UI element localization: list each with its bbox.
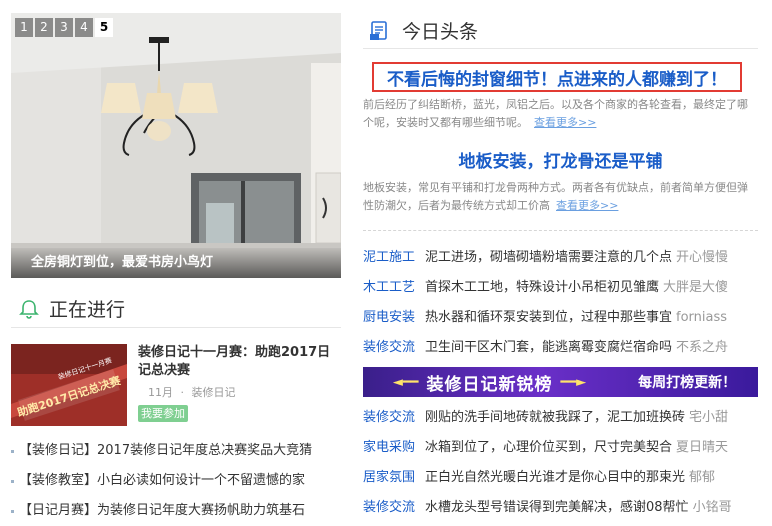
ongoing-section-header: 正在进行 <box>11 290 341 328</box>
slide-dot-3[interactable]: 3 <box>55 18 73 37</box>
second-headline[interactable]: 地板安装，打龙骨还是平铺 <box>363 147 758 172</box>
list-item: 木工工艺 首探木工工地，特殊设计小吊柜初见雏鹰 大胖是大傻 <box>363 273 758 303</box>
category-list-1: 泥工施工 泥工进场，砌墙砌墙粉墙需要注意的几个点 开心慢慢 木工工艺 首探木工工地，特… <box>363 243 758 363</box>
article-link[interactable]: 泥工进场，砌墙砌墙粉墙需要注意的几个点 <box>425 250 672 265</box>
category-link[interactable]: 厨电安装 <box>363 310 415 325</box>
article-link[interactable]: 冰箱到位了，心理价位买到，尺寸完美契合 <box>425 440 672 455</box>
headlines-section-header: 今日头条 <box>363 13 758 49</box>
feature-separator: · <box>180 386 185 399</box>
article-link[interactable]: 首探木工工地，特殊设计小吊柜初见雏鹰 <box>425 280 659 295</box>
feature-title[interactable]: 装修日记十一月赛：助跑2017日记总决赛 <box>138 344 338 380</box>
category-link[interactable]: 木工工艺 <box>363 280 415 295</box>
article-link[interactable]: 正白光自然光暖白光谁才是你心目中的那束光 <box>425 470 685 485</box>
list-item[interactable]: 【装修日记】2017装修日记年度总决赛奖品大竞猜 <box>11 438 341 468</box>
category-link[interactable]: 居家氛围 <box>363 470 415 485</box>
category-list-2: 装修交流 刚贴的洗手间地砖就被我踩了，泥工加班换砖 宅小甜 家电采购 冰箱到位了，心理… <box>363 403 758 523</box>
feature-source: 装修日记 <box>191 386 236 399</box>
author-name[interactable]: 夏日晴天 <box>676 440 728 455</box>
ongoing-section-title: 正在进行 <box>49 299 126 321</box>
list-item: 居家氛围 正白光自然光暖白光谁才是你心目中的那束光 郁郁 <box>363 463 758 493</box>
slide-dot-2[interactable]: 2 <box>35 18 53 37</box>
article-link[interactable]: 卫生间干区木门套，能逃离霉变腐烂宿命吗 <box>425 340 672 355</box>
author-name[interactable]: 大胖是大傻 <box>663 280 728 295</box>
slide-pager: 1 2 3 4 5 <box>15 18 113 37</box>
category-link[interactable]: 装修交流 <box>363 340 415 355</box>
headlines-section-title: 今日头条 <box>402 21 479 43</box>
top-more-link[interactable]: 查看更多>> <box>534 116 596 129</box>
banner-subtitle: 每周打榜更新！ <box>638 375 737 391</box>
author-name[interactable]: 不系之舟 <box>676 340 728 355</box>
feature-meta: 11月 · 装修日记 <box>148 384 240 400</box>
article-link[interactable]: 热水器和循环泵安装到位，过程中那些事宜 <box>425 310 672 325</box>
author-name[interactable]: forniass <box>676 310 727 325</box>
list-item: 厨电安装 热水器和循环泵安装到位，过程中那些事宜 forniass <box>363 303 758 333</box>
author-name[interactable]: 郁郁 <box>689 470 715 485</box>
top-headline-box: 不看后悔的封窗细节！点进来的人都赚到了！ <box>372 62 742 92</box>
category-link[interactable]: 泥工施工 <box>363 250 415 265</box>
bell-icon <box>15 295 43 323</box>
list-item: 家电采购 冰箱到位了，心理价位买到，尺寸完美契合 夏日晴天 <box>363 433 758 463</box>
ranking-banner[interactable]: ◄━━ 装修日记新锐榜 ━━► 每周打榜更新！ <box>363 367 758 397</box>
list-item: 装修交流 刚贴的洗手间地砖就被我踩了，泥工加班换砖 宅小甜 <box>363 403 758 433</box>
top-headline[interactable]: 不看后悔的封窗细节！点进来的人都赚到了！ <box>387 65 727 90</box>
author-name[interactable]: 开心慢慢 <box>676 250 728 265</box>
banner-title: 装修日记新锐榜 <box>426 374 553 395</box>
photo-slider[interactable]: 1 2 3 4 5 全房铜灯到位，最爱书房小鸟灯 <box>11 13 341 278</box>
list-item[interactable]: 【日记月赛】为装修日记年度大赛扬帆助力筑基石 <box>11 498 341 526</box>
author-name[interactable]: 宅小甜 <box>689 410 728 425</box>
slide-caption[interactable]: 全房铜灯到位，最爱书房小鸟灯 <box>11 248 341 278</box>
newspaper-icon <box>367 18 393 44</box>
category-link[interactable]: 家电采购 <box>363 440 415 455</box>
banner-arrow-left: ◄━━ <box>392 374 419 390</box>
slide-dot-4[interactable]: 4 <box>75 18 93 37</box>
ongoing-list: 【装修日记】2017装修日记年度总决赛奖品大竞猜 【装修教室】小白必读如何设计一… <box>11 438 341 526</box>
category-link[interactable]: 装修交流 <box>363 410 415 425</box>
join-button[interactable]: 我要参加 <box>138 405 188 422</box>
top-headline-summary: 前后经历了纠结断桥，蓝光，凤铝之后。以及各个商家的各轮查看，最终定了哪个呢，安装… <box>363 96 758 132</box>
slide-dot-1[interactable]: 1 <box>15 18 33 37</box>
article-link[interactable]: 水槽龙头型号错误得到完美解决，感谢08帮忙 <box>425 500 689 515</box>
list-item: 泥工施工 泥工进场，砌墙砌墙粉墙需要注意的几个点 开心慢慢 <box>363 243 758 273</box>
list-item: 装修交流 卫生间干区木门套，能逃离霉变腐烂宿命吗 不系之舟 <box>363 333 758 363</box>
category-link[interactable]: 装修交流 <box>363 500 415 515</box>
slide-image[interactable] <box>11 13 341 278</box>
author-name[interactable]: 小铭哥 <box>693 500 732 515</box>
divider <box>363 230 758 231</box>
list-item: 装修交流 水槽龙头型号错误得到完美解决，感谢08帮忙 小铭哥 <box>363 493 758 523</box>
feature-thumbnail[interactable]: 助跑2017日记总决赛 装修日记十一月赛 <box>11 344 127 426</box>
ongoing-feature: 助跑2017日记总决赛 装修日记十一月赛 装修日记十一月赛：助跑2017日记总决… <box>11 344 341 429</box>
second-headline-summary: 地板安装，常见有平铺和打龙骨两种方式。两者各有优缺点，前者简单方便但弹性防潮欠，… <box>363 179 758 215</box>
article-link[interactable]: 刚贴的洗手间地砖就被我踩了，泥工加班换砖 <box>425 410 685 425</box>
banner-arrow-right: ━━► <box>560 374 587 390</box>
list-item[interactable]: 【装修教室】小白必读如何设计一个不留遗憾的家 <box>11 468 341 498</box>
feature-month: 11月 <box>148 386 173 399</box>
second-more-link[interactable]: 查看更多>> <box>556 199 618 212</box>
slide-dot-5[interactable]: 5 <box>95 18 113 37</box>
